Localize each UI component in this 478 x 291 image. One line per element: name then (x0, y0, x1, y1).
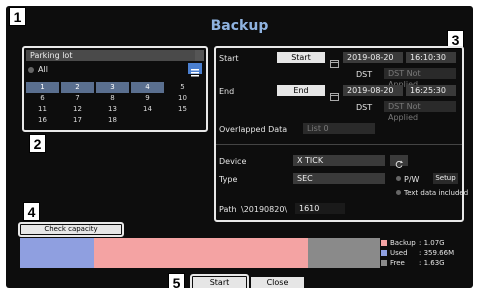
callout-5: 5 (168, 273, 185, 288)
callout-1: 1 (9, 7, 26, 26)
legend-swatch (381, 240, 387, 246)
calendar-day[interactable]: 17 (61, 115, 94, 126)
calendar-day[interactable]: 15 (166, 104, 199, 115)
start-time-field[interactable]: 16:10:30 (406, 52, 456, 63)
overlapped-dropdown[interactable]: List 0 (303, 123, 375, 134)
calendar-day[interactable]: 8 (96, 93, 129, 104)
calendar-day[interactable]: 9 (131, 93, 164, 104)
callout-2: 2 (29, 134, 46, 153)
calendar-day[interactable]: 18 (96, 115, 129, 126)
overlapped-label: Overlapped Data (219, 125, 288, 134)
capacity-bar (20, 238, 380, 268)
start-time-button[interactable]: Start (277, 52, 325, 63)
type-dropdown[interactable]: SEC (293, 173, 385, 184)
end-time-field[interactable]: 16:25:30 (406, 85, 456, 96)
text-data-checkbox[interactable] (396, 190, 401, 195)
end-dst-label: DST (356, 103, 373, 112)
calendar-day[interactable]: 3 (96, 82, 129, 93)
pw-label: P/W (404, 175, 420, 184)
end-label: End (219, 87, 235, 96)
callout-4: 4 (23, 202, 40, 221)
path-suffix-field[interactable]: 1610 (295, 203, 345, 214)
calendar-day[interactable]: 4 (131, 82, 164, 93)
divider (216, 144, 462, 145)
all-radio[interactable] (28, 67, 34, 73)
pw-checkbox[interactable] (396, 176, 401, 181)
capacity-legend: Backup : 1.07G Used : 359.66M Free : 1.6… (381, 239, 466, 269)
setup-button[interactable]: Setup (433, 173, 458, 184)
capacity-backup-segment (94, 238, 308, 268)
calendar-grid: 1 2 3 4 5 6 7 8 9 10 11 12 13 14 15 16 1… (26, 82, 200, 128)
legend-label: Free (390, 259, 405, 267)
calendar-day[interactable]: 5 (166, 82, 199, 93)
list-view-button[interactable] (188, 63, 202, 77)
legend-swatch (381, 260, 387, 266)
calendar-day[interactable]: 12 (61, 104, 94, 115)
channel-dropdown[interactable]: Parking lot (26, 50, 204, 61)
end-time-button[interactable]: End (277, 85, 325, 96)
end-dst-field[interactable]: DST Not Applied (384, 101, 456, 122)
start-button[interactable]: Start (193, 277, 246, 288)
list-icon (191, 69, 199, 77)
channel-value: Parking lot (30, 51, 73, 60)
calendar-icon[interactable] (330, 86, 339, 101)
start-dst-label: DST (356, 70, 373, 79)
legend-value: : 1.63G (419, 259, 445, 267)
refresh-button[interactable] (390, 155, 408, 168)
calendar-day[interactable]: 11 (26, 104, 59, 115)
text-data-label: Text data included (404, 189, 469, 197)
device-dropdown[interactable]: X TICK (293, 155, 385, 166)
all-label: All (38, 65, 48, 74)
capacity-free-segment (308, 238, 380, 268)
backup-window: Backup 1 Parking lot All 1 2 3 4 5 6 7 8… (6, 6, 473, 288)
calendar-icon[interactable] (330, 53, 339, 68)
end-date-field[interactable]: 2019-08-20 (343, 85, 403, 96)
calendar-day[interactable]: 10 (166, 93, 199, 104)
calendar-day[interactable]: 1 (26, 82, 59, 93)
type-label: Type (219, 175, 238, 184)
start-date-field[interactable]: 2019-08-20 (343, 52, 403, 63)
calendar-day[interactable]: 6 (26, 93, 59, 104)
calendar-day[interactable]: 14 (131, 104, 164, 115)
start-label: Start (219, 54, 239, 63)
start-dst-field[interactable]: DST Not Applied (384, 68, 456, 89)
calendar-day[interactable]: 2 (61, 82, 94, 93)
device-label: Device (219, 157, 247, 166)
calendar-day[interactable]: 13 (96, 104, 129, 115)
path-value: \20190820\ (241, 205, 288, 214)
check-capacity-button[interactable]: Check capacity (21, 225, 121, 234)
calendar-day[interactable]: 16 (26, 115, 59, 126)
calendar-day[interactable]: 7 (61, 93, 94, 104)
path-label: Path (219, 205, 237, 214)
legend-swatch (381, 250, 387, 256)
refresh-icon (395, 160, 403, 168)
capacity-used-segment (20, 238, 94, 268)
window-title: Backup (210, 18, 269, 34)
close-button[interactable]: Close (251, 277, 304, 288)
